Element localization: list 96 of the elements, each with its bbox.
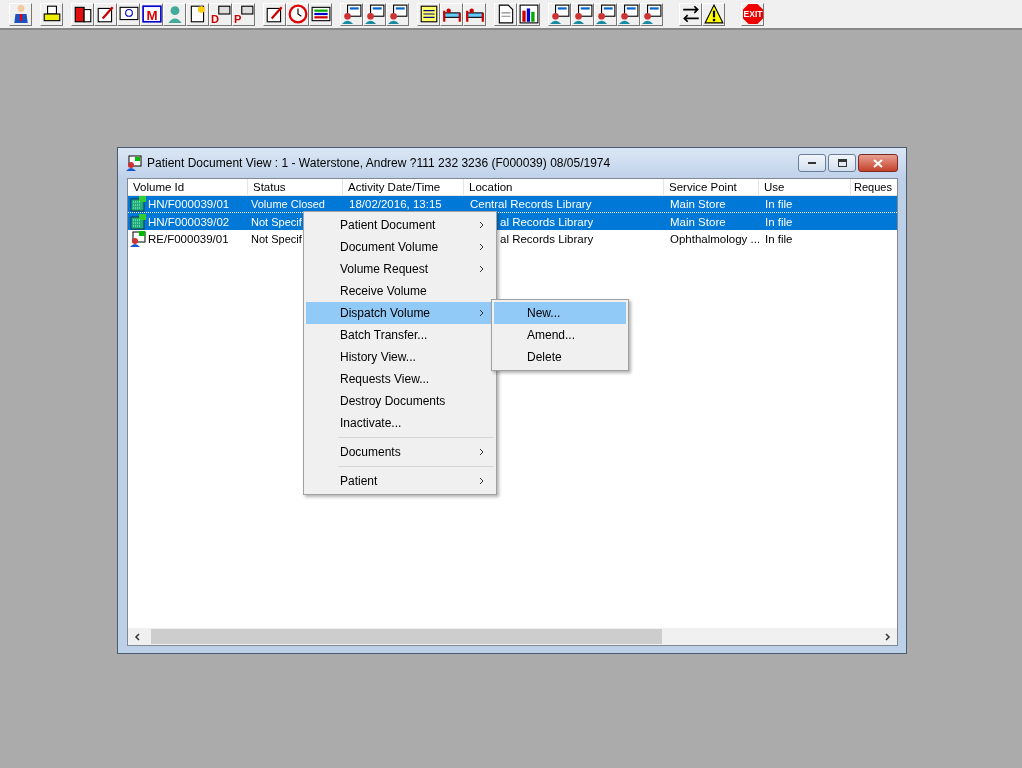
patient-icon bbox=[641, 4, 662, 24]
table-cell: Not Specif bbox=[251, 215, 302, 228]
menu-item[interactable]: Volume Request bbox=[306, 258, 494, 280]
scroll-right-icon bbox=[884, 632, 891, 641]
column-header[interactable]: Location bbox=[464, 179, 664, 195]
table-cell: 18/02/2016, 13:15 bbox=[349, 198, 442, 210]
table-cell: In file bbox=[765, 215, 793, 228]
table-cell: al Records Library bbox=[500, 232, 594, 245]
list-icon bbox=[418, 4, 439, 24]
toolbar-button[interactable] bbox=[186, 2, 209, 26]
book-icon bbox=[72, 4, 93, 24]
toolbar-button[interactable] bbox=[417, 2, 440, 26]
patient-icon bbox=[387, 4, 408, 24]
maximize-icon bbox=[837, 159, 847, 167]
toolbar-button[interactable] bbox=[340, 2, 363, 26]
folder-icon bbox=[130, 213, 146, 230]
toolbar-button[interactable]: M bbox=[140, 2, 163, 26]
minimize-icon bbox=[808, 161, 816, 165]
table-cell: In file bbox=[765, 198, 793, 210]
table-cell: Main Store bbox=[670, 215, 726, 228]
toolbar-button[interactable] bbox=[517, 2, 540, 26]
menu-item[interactable]: History View... bbox=[306, 346, 494, 368]
close-button[interactable] bbox=[858, 154, 898, 172]
toolbar-button[interactable] bbox=[117, 2, 140, 26]
toolbar-button[interactable] bbox=[548, 2, 571, 26]
table-cell: al Records Library bbox=[500, 215, 594, 228]
toolbar-button[interactable] bbox=[71, 2, 94, 26]
menu-item[interactable]: Amend... bbox=[494, 324, 626, 346]
toolbar-button[interactable] bbox=[9, 2, 32, 26]
bar-chart-icon bbox=[518, 4, 539, 24]
toolbar-button[interactable] bbox=[594, 2, 617, 26]
toolbar-button[interactable] bbox=[571, 2, 594, 26]
toolbar-button[interactable] bbox=[40, 2, 63, 26]
table-cell: HN/F000039/01 bbox=[148, 198, 230, 210]
toolbar-button[interactable] bbox=[386, 2, 409, 26]
folder-icon bbox=[130, 196, 146, 212]
toolbar-button[interactable]: P bbox=[232, 2, 255, 26]
minimize-button[interactable] bbox=[798, 154, 826, 172]
toolbar-button[interactable]: D bbox=[209, 2, 232, 26]
arrows-icon bbox=[680, 4, 701, 24]
toolbar-button[interactable] bbox=[463, 2, 486, 26]
warning-icon bbox=[703, 4, 724, 24]
toolbar-button[interactable] bbox=[617, 2, 640, 26]
table-cell: Ophthalmology ... bbox=[670, 232, 759, 245]
column-header[interactable]: Status bbox=[248, 179, 343, 195]
menu-item[interactable]: New... bbox=[494, 302, 626, 324]
column-header[interactable]: Use bbox=[759, 179, 851, 195]
toolbar-button[interactable] bbox=[640, 2, 663, 26]
menu-item[interactable]: Batch Transfer... bbox=[306, 324, 494, 346]
patient-icon bbox=[595, 4, 616, 24]
table-cell: Volume Closed bbox=[251, 198, 325, 210]
menu-item[interactable]: Requests View... bbox=[306, 368, 494, 390]
column-header[interactable]: Reques bbox=[851, 179, 897, 195]
patient-icon bbox=[130, 230, 146, 247]
toolbar-button[interactable] bbox=[263, 2, 286, 26]
menu-item[interactable]: Document Volume bbox=[306, 236, 494, 258]
patient-icon bbox=[364, 4, 385, 24]
close-icon bbox=[873, 158, 883, 168]
toolbar-button[interactable] bbox=[494, 2, 517, 26]
column-header[interactable]: Activity Date/Time bbox=[343, 179, 464, 195]
table-cell: RE/F000039/01 bbox=[148, 232, 229, 245]
patient-icon bbox=[618, 4, 639, 24]
menu-item[interactable]: Inactivate... bbox=[306, 412, 494, 434]
patient-icon bbox=[549, 4, 570, 24]
menu-item[interactable]: Receive Volume bbox=[306, 280, 494, 302]
table-cell: Central Records Library bbox=[470, 198, 592, 210]
monitor-icon bbox=[310, 4, 331, 24]
toolbar-button[interactable] bbox=[702, 2, 725, 26]
toolbar-button[interactable] bbox=[94, 2, 117, 26]
toolbar-button[interactable] bbox=[363, 2, 386, 26]
toolbar-button[interactable]: EXIT bbox=[741, 2, 764, 26]
column-header[interactable]: Service Point bbox=[664, 179, 759, 195]
table-row[interactable]: HN/F000039/01 Volume Closed 18/02/2016, 13:15 Central Records Library Main Store In file bbox=[128, 196, 897, 213]
table-cell: In file bbox=[765, 232, 793, 245]
table-cell: Not Specif bbox=[251, 232, 302, 245]
table-cell: Main Store bbox=[670, 198, 726, 210]
scrollbar-thumb[interactable] bbox=[151, 629, 662, 644]
table-cell: HN/F000039/02 bbox=[148, 215, 230, 228]
toolbar-button[interactable] bbox=[440, 2, 463, 26]
toolbar-button[interactable] bbox=[309, 2, 332, 26]
patient-icon bbox=[341, 4, 362, 24]
column-header[interactable]: Volume Id bbox=[128, 179, 248, 195]
menu-item[interactable]: Delete bbox=[494, 346, 626, 368]
toolbar-button[interactable] bbox=[679, 2, 702, 26]
printer-icon bbox=[41, 4, 62, 24]
menu-item[interactable]: Destroy Documents bbox=[306, 390, 494, 412]
scroll-left-icon bbox=[134, 632, 141, 641]
maximize-button[interactable] bbox=[828, 154, 856, 172]
pen-icon bbox=[264, 4, 285, 24]
patient-icon bbox=[126, 155, 142, 171]
pen-icon bbox=[95, 4, 116, 24]
patient-icon bbox=[572, 4, 593, 24]
horizontal-scrollbar[interactable] bbox=[128, 628, 897, 645]
menu-item[interactable]: Dispatch Volume bbox=[306, 302, 494, 324]
window-title: Patient Document View : 1 - Waterstone, Andrew ?111 232 3236 (F000039) 08/05/1974 bbox=[147, 156, 612, 170]
clock-icon bbox=[287, 4, 308, 24]
